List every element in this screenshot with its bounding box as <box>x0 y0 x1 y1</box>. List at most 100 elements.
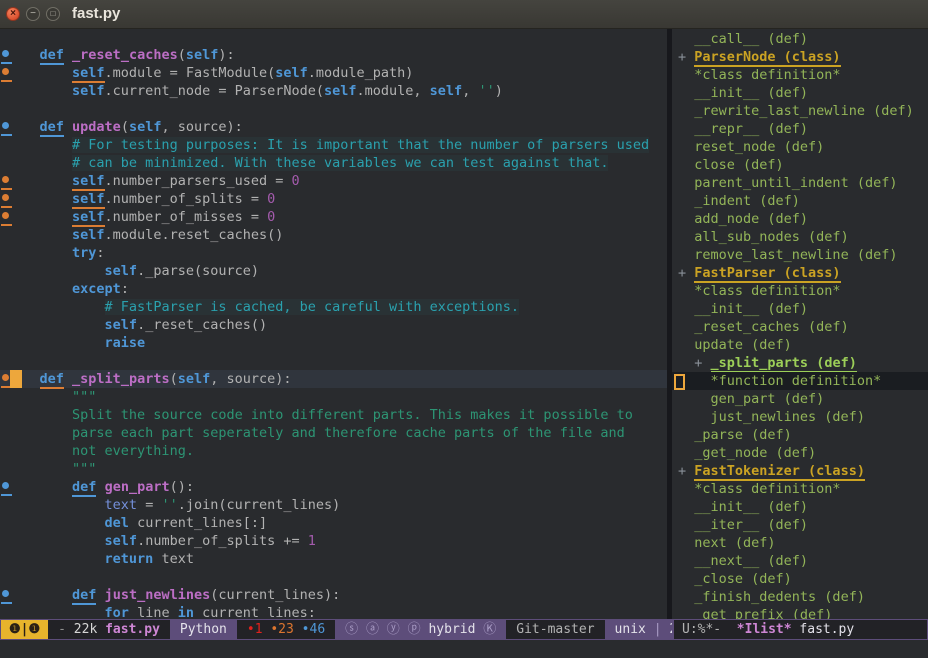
code-line[interactable] <box>0 568 667 586</box>
encoding-segment[interactable]: unix | 2 <box>605 620 673 639</box>
code-line[interactable]: self.number_of_splits += 1 <box>0 532 667 550</box>
imenu-item-label: FastTokenizer (class) <box>694 463 865 481</box>
code-line[interactable]: """ <box>0 388 667 406</box>
code-line[interactable]: def _reset_caches(self): <box>0 46 667 64</box>
margin-bullet-icon <box>2 176 9 183</box>
code-line[interactable]: # For testing purposes: It is important … <box>0 136 667 154</box>
code-line[interactable]: self.module = FastModule(self.module_pat… <box>0 64 667 82</box>
code-line[interactable]: def gen_part(): <box>0 478 667 496</box>
imenu-item-label: __call__ (def) <box>694 31 808 47</box>
code-line[interactable]: self.module.reset_caches() <box>0 226 667 244</box>
git-branch-segment[interactable]: Git-master <box>506 620 604 639</box>
imenu-item-label: _rewrite_last_newline (def) <box>694 103 913 119</box>
imenu-item-label: _finish_dedents (def) <box>694 589 865 605</box>
code-line[interactable]: self._parse(source) <box>0 262 667 280</box>
titlebar: × − □ fast.py <box>0 0 928 29</box>
imenu-item[interactable]: + FastParser (class) <box>672 264 928 282</box>
code-line[interactable]: del current_lines[:] <box>0 514 667 532</box>
imenu-item[interactable]: _finish_dedents (def) <box>672 588 928 606</box>
imenu-item[interactable]: *class definition* <box>672 480 928 498</box>
modeline-text: •1 <box>247 620 263 639</box>
imenu-item[interactable]: next (def) <box>672 534 928 552</box>
imenu-item[interactable]: add_node (def) <box>672 210 928 228</box>
imenu-item-label: __init__ (def) <box>694 301 808 317</box>
imenu-item[interactable]: __repr__ (def) <box>672 120 928 138</box>
code-line[interactable]: try: <box>0 244 667 262</box>
code-line[interactable]: return text <box>0 550 667 568</box>
modeline-text: Git-master <box>516 620 594 639</box>
imenu-item[interactable]: _get_prefix (def) <box>672 606 928 619</box>
code-line[interactable]: """ <box>0 460 667 478</box>
imenu-item[interactable]: close (def) <box>672 156 928 174</box>
expand-icon[interactable]: + <box>678 463 694 479</box>
maximize-button[interactable]: □ <box>46 7 60 21</box>
imenu-item[interactable]: remove_last_newline (def) <box>672 246 928 264</box>
code-line[interactable]: # can be minimized. With these variables… <box>0 154 667 172</box>
code-line[interactable]: def just_newlines(current_lines): <box>0 586 667 604</box>
code-line[interactable]: for line in current_lines: <box>0 604 667 619</box>
imenu-item[interactable]: _close (def) <box>672 570 928 588</box>
imenu-item[interactable]: __iter__ (def) <box>672 516 928 534</box>
code-line[interactable]: def update(self, source): <box>0 118 667 136</box>
imenu-item[interactable]: reset_node (def) <box>672 138 928 156</box>
code-line[interactable]: self.number_parsers_used = 0 <box>0 172 667 190</box>
imenu-item[interactable]: *function definition* <box>672 372 928 390</box>
code-line[interactable]: Split the source code into different par… <box>0 406 667 424</box>
margin-bullet-icon <box>2 590 9 597</box>
close-button[interactable]: × <box>6 7 20 21</box>
imenu-item[interactable]: + _split_parts (def) <box>672 354 928 372</box>
imenu-item-label: just_newlines (def) <box>711 409 865 425</box>
code-line[interactable]: self.number_of_splits = 0 <box>0 190 667 208</box>
minimize-button[interactable]: − <box>26 7 40 21</box>
code-line[interactable]: # FastParser is cached, be careful with … <box>0 298 667 316</box>
imenu-item[interactable]: _reset_caches (def) <box>672 318 928 336</box>
code-line[interactable]: except: <box>0 280 667 298</box>
major-mode-segment[interactable]: Python <box>170 620 237 639</box>
code-line[interactable]: not everything. <box>0 442 667 460</box>
imenu-item[interactable]: __call__ (def) <box>672 30 928 48</box>
modeline-text <box>294 620 302 639</box>
imenu-item[interactable]: __init__ (def) <box>672 498 928 516</box>
imenu-item[interactable]: _rewrite_last_newline (def) <box>672 102 928 120</box>
imenu-item[interactable]: gen_part (def) <box>672 390 928 408</box>
imenu-item[interactable]: + FastTokenizer (class) <box>672 462 928 480</box>
imenu-item[interactable]: + ParserNode (class) <box>672 48 928 66</box>
margin-bullet-icon <box>2 482 9 489</box>
expand-icon[interactable]: + <box>678 265 694 281</box>
code-line[interactable]: self.current_node = ParserNode(self.modu… <box>0 82 667 100</box>
imenu-sidebar[interactable]: __call__ (def)+ ParserNode (class) *clas… <box>672 29 928 619</box>
imenu-item[interactable]: all_sub_nodes (def) <box>672 228 928 246</box>
imenu-item[interactable]: *class definition* <box>672 282 928 300</box>
code-line[interactable]: self.number_of_misses = 0 <box>0 208 667 226</box>
modeline-right[interactable]: U:%*- *Ilist* fast.py <box>673 619 928 640</box>
imenu-item[interactable]: *class definition* <box>672 66 928 84</box>
imenu-item-label: add_node (def) <box>694 211 808 227</box>
code-line[interactable]: parse each part seperately and therefore… <box>0 424 667 442</box>
buffer-info-segment[interactable]: - 22k fast.py <box>48 620 170 639</box>
flycheck-segment[interactable]: •1 •23 •46 <box>237 620 335 639</box>
imenu-item[interactable]: _get_node (def) <box>672 444 928 462</box>
code-line[interactable]: text = ''.join(current_lines) <box>0 496 667 514</box>
imenu-item[interactable]: parent_until_indent (def) <box>672 174 928 192</box>
expand-icon[interactable]: + <box>678 49 694 65</box>
modeline-text: ❶|❶ <box>9 620 40 639</box>
imenu-item[interactable]: _parse (def) <box>672 426 928 444</box>
imenu-item[interactable]: update (def) <box>672 336 928 354</box>
imenu-item[interactable]: _indent (def) <box>672 192 928 210</box>
code-editor[interactable]: def _reset_caches(self): self.module = F… <box>0 29 667 619</box>
imenu-item[interactable]: __init__ (def) <box>672 300 928 318</box>
window-number-segment[interactable]: ❶|❶ <box>1 620 48 639</box>
expand-icon[interactable]: + <box>694 355 710 371</box>
code-line[interactable]: self._reset_caches() <box>0 316 667 334</box>
imenu-item[interactable]: __init__ (def) <box>672 84 928 102</box>
code-line[interactable]: def _split_parts(self, source): <box>0 370 667 388</box>
minor-modes-segment[interactable]: ⓢ ⓐ ⓨ ⓟ hybrid Ⓚ <box>335 620 506 639</box>
code-line[interactable]: raise <box>0 334 667 352</box>
code-line[interactable] <box>0 100 667 118</box>
imenu-item[interactable]: __next__ (def) <box>672 552 928 570</box>
imenu-item[interactable]: just_newlines (def) <box>672 408 928 426</box>
margin-bullet-icon <box>2 50 9 57</box>
margin-bullet-icon <box>2 122 9 129</box>
minibuffer[interactable] <box>0 640 928 658</box>
code-line[interactable] <box>0 352 667 370</box>
